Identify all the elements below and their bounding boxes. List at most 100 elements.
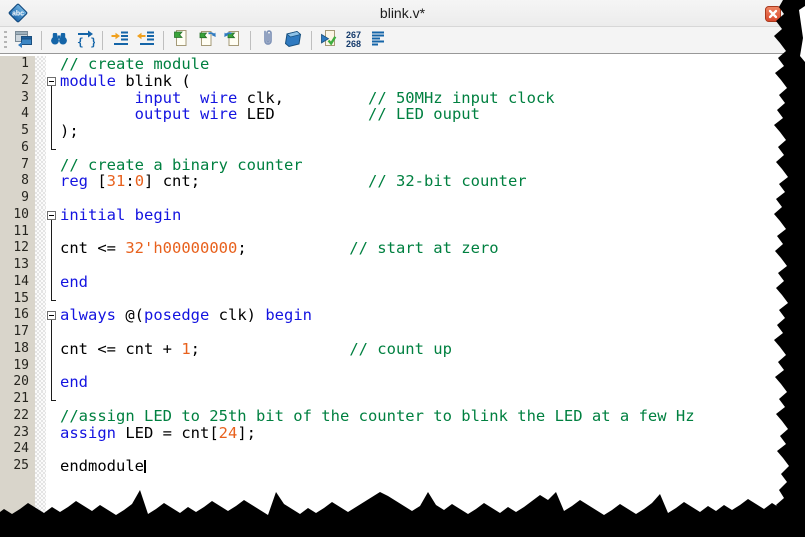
line-number: 3 — [0, 89, 35, 107]
bookmark-margin[interactable] — [35, 156, 46, 174]
code-token: end — [60, 272, 88, 291]
code-text[interactable]: endmodule — [59, 458, 805, 475]
next-bookmark-button[interactable] — [194, 28, 220, 52]
code-text[interactable] — [59, 257, 805, 274]
indent-button[interactable] — [107, 28, 133, 52]
bookmark-margin[interactable] — [35, 324, 46, 341]
code-text[interactable]: assign LED = cnt[24]; — [59, 423, 805, 442]
unindent-button[interactable] — [133, 28, 159, 52]
bookmark-margin[interactable] — [35, 424, 46, 442]
bookmark-margin[interactable] — [35, 223, 46, 241]
bookmark-margin[interactable] — [35, 374, 46, 391]
bookmark-margin[interactable] — [35, 240, 46, 257]
code-text[interactable]: // create a binary counter — [59, 156, 805, 174]
fold-minus-icon[interactable] — [47, 311, 56, 321]
bookmark-margin[interactable] — [35, 56, 46, 73]
code-text[interactable]: always @(posedge clk) begin — [59, 307, 805, 324]
code-text[interactable] — [59, 441, 805, 458]
code-token: begin — [134, 205, 182, 224]
fold-margin — [46, 257, 59, 274]
bookmark-margin[interactable] — [35, 290, 46, 308]
code-text[interactable] — [59, 190, 805, 207]
code-text[interactable]: input wire clk, // 50MHz input clock — [59, 88, 805, 107]
bookmark-margin[interactable] — [35, 407, 46, 425]
fold-margin — [46, 156, 59, 174]
fold-margin — [46, 407, 59, 425]
code-line: 23 assign LED = cnt[24]; — [0, 423, 805, 442]
code-token: ); — [60, 122, 79, 140]
goto-matching-brace-button[interactable]: { } — [72, 28, 98, 52]
bookmark-margin[interactable] — [35, 391, 46, 408]
fold-margin — [46, 441, 59, 458]
code-text[interactable]: reg [31:0] cnt; // 32-bit counter — [59, 173, 805, 190]
find-button[interactable] — [46, 28, 72, 52]
blue-ribbon-icon — [284, 28, 304, 53]
syntax-check-button[interactable] — [316, 28, 342, 52]
paperclip-icon — [258, 28, 278, 53]
bookmark-margin[interactable] — [35, 89, 46, 107]
bookmark-margin[interactable] — [35, 72, 46, 90]
bookmark-margin[interactable] — [35, 441, 46, 458]
code-line: 5); — [0, 123, 805, 140]
bookmark-margin[interactable] — [35, 173, 46, 190]
code-text[interactable]: // create module — [59, 56, 805, 73]
code-text[interactable] — [59, 358, 805, 375]
fold-margin — [46, 324, 59, 341]
code-text[interactable]: initial begin — [59, 205, 805, 224]
line-number: 17 — [0, 324, 35, 341]
code-text[interactable] — [59, 291, 805, 308]
line-number: 13 — [0, 257, 35, 274]
toggle-bookmark-button[interactable] — [168, 28, 194, 52]
fold-minus-icon[interactable] — [47, 76, 56, 86]
code-token: endmodule — [60, 457, 144, 475]
fold-toggle[interactable] — [46, 206, 59, 224]
filler-cell — [35, 474, 46, 537]
close-button[interactable] — [765, 6, 781, 22]
code-text[interactable]: end — [59, 272, 805, 291]
bookmark-margin[interactable] — [35, 340, 46, 358]
fold-minus-icon[interactable] — [47, 210, 56, 220]
code-token: clk) — [209, 306, 266, 325]
bookmark-margin[interactable] — [35, 206, 46, 224]
bookmark-margin[interactable] — [35, 139, 46, 157]
bookmark-margin[interactable] — [35, 458, 46, 475]
code-text[interactable]: output wire LED // LED ouput — [59, 106, 805, 123]
fold-margin — [46, 273, 59, 291]
code-text[interactable]: module blink ( — [59, 72, 805, 90]
code-token: input — [134, 88, 182, 107]
code-text[interactable] — [59, 391, 805, 408]
fold-toggle[interactable] — [46, 72, 59, 90]
code-text[interactable] — [59, 140, 805, 157]
code-token: LED — [237, 105, 368, 124]
line-number: 14 — [0, 273, 35, 291]
indent-icon — [110, 28, 130, 53]
line-number: 2 — [0, 72, 35, 90]
code-token: output — [134, 105, 191, 124]
line-operations-button[interactable] — [365, 28, 391, 52]
code-text[interactable]: ); — [59, 123, 805, 140]
bookmark-margin[interactable] — [35, 106, 46, 123]
bookmark-margin[interactable] — [35, 273, 46, 291]
code-text[interactable]: //assign LED to 25th bit of the counter … — [59, 407, 805, 425]
code-text[interactable]: cnt <= cnt + 1; // count up — [59, 340, 805, 358]
fold-toggle[interactable] — [46, 307, 59, 324]
toolbar-grip[interactable] — [4, 31, 7, 49]
switch-view-button[interactable] — [11, 28, 37, 52]
attach-button[interactable] — [255, 28, 281, 52]
bookmark-margin[interactable] — [35, 357, 46, 375]
bookmark-margin[interactable] — [35, 307, 46, 324]
code-text[interactable]: cnt <= 32'h00000000; // start at zero — [59, 240, 805, 257]
fold-margin — [46, 374, 59, 391]
bookmark-margin[interactable] — [35, 123, 46, 140]
code-text[interactable] — [59, 324, 805, 341]
code-line: 11 — [0, 223, 805, 241]
bookmark-margin[interactable] — [35, 190, 46, 207]
code-text[interactable]: end — [59, 374, 805, 391]
code-line: 1 // create module — [0, 56, 805, 73]
prev-bookmark-button[interactable] — [220, 28, 246, 52]
bookmark-margin[interactable] — [35, 257, 46, 274]
code-text[interactable] — [59, 224, 805, 241]
snippet-button[interactable] — [281, 28, 307, 52]
code-token: 24 — [218, 423, 238, 442]
